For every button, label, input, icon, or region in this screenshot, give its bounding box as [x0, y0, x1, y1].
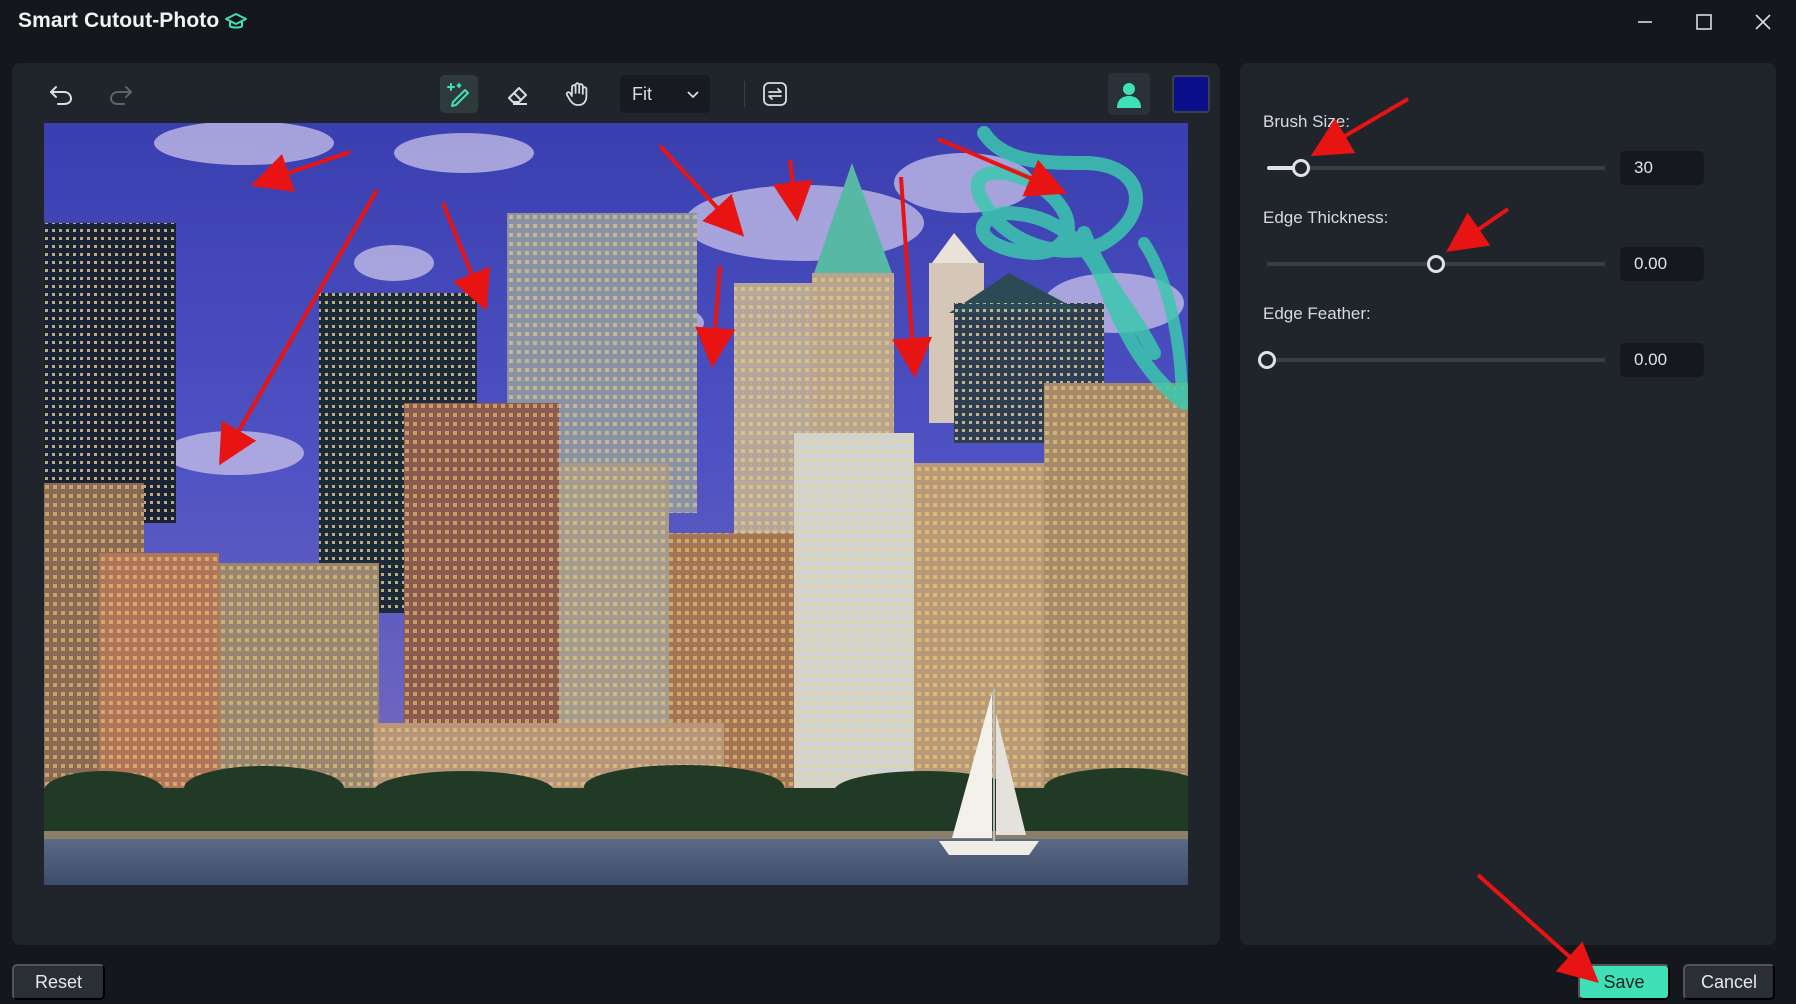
minimize-icon [1638, 21, 1652, 23]
zoom-select[interactable]: Fit [620, 75, 710, 113]
redo-button[interactable] [102, 75, 140, 113]
brush-size-slider[interactable] [1267, 159, 1605, 177]
brush-size-thumb[interactable] [1291, 159, 1310, 177]
photo-canvas[interactable] [44, 123, 1188, 885]
brush-size-input[interactable] [1620, 151, 1704, 185]
save-button[interactable]: Save [1578, 964, 1670, 1000]
edge-thickness-input[interactable] [1620, 247, 1704, 281]
maximize-icon [1696, 14, 1712, 30]
edge-feather-thumb[interactable] [1258, 351, 1276, 369]
undo-button[interactable] [42, 75, 80, 113]
redo-icon [110, 86, 132, 105]
close-icon [1755, 14, 1771, 30]
portrait-icon [1117, 83, 1141, 108]
hand-tool[interactable] [558, 75, 596, 113]
toolbar-divider [744, 81, 745, 107]
hand-icon [565, 82, 588, 106]
canvas-panel: Fit [12, 63, 1220, 945]
zoom-value: Fit [632, 83, 652, 104]
edge-thickness-label: Edge Thickness: [1263, 208, 1389, 227]
edge-feather-input[interactable] [1620, 343, 1704, 377]
maximize-button[interactable] [1679, 4, 1729, 40]
brush-color-swatch[interactable] [1172, 75, 1210, 113]
portrait-button[interactable] [1108, 73, 1150, 115]
brush-size-label: Brush Size: [1263, 112, 1350, 131]
chevron-down-icon [687, 91, 699, 99]
compare-view-button[interactable] [756, 75, 794, 113]
graduation-cap-icon[interactable] [224, 10, 248, 34]
smart-brush-icon [447, 83, 469, 107]
edge-feather-label: Edge Feather: [1263, 304, 1371, 323]
swap-view-icon [763, 82, 787, 106]
edge-thickness-slider[interactable] [1267, 255, 1605, 273]
settings-panel: Brush Size: Edge Thickness: Edge Feather… [1240, 63, 1776, 945]
edge-feather-slider[interactable] [1258, 351, 1605, 369]
cancel-button[interactable]: Cancel [1683, 964, 1775, 1000]
undo-icon [50, 86, 72, 105]
window-title: Smart Cutout-Photo [18, 9, 220, 32]
smart-brush-tool[interactable] [440, 75, 478, 113]
title-bar: Smart Cutout-Photo [0, 0, 1796, 44]
reset-button[interactable]: Reset [12, 964, 105, 1000]
edge-thickness-thumb[interactable] [1427, 255, 1445, 273]
eraser-tool[interactable] [499, 75, 537, 113]
minimize-button[interactable] [1620, 4, 1670, 40]
eraser-icon [508, 87, 527, 105]
close-button[interactable] [1738, 4, 1788, 40]
